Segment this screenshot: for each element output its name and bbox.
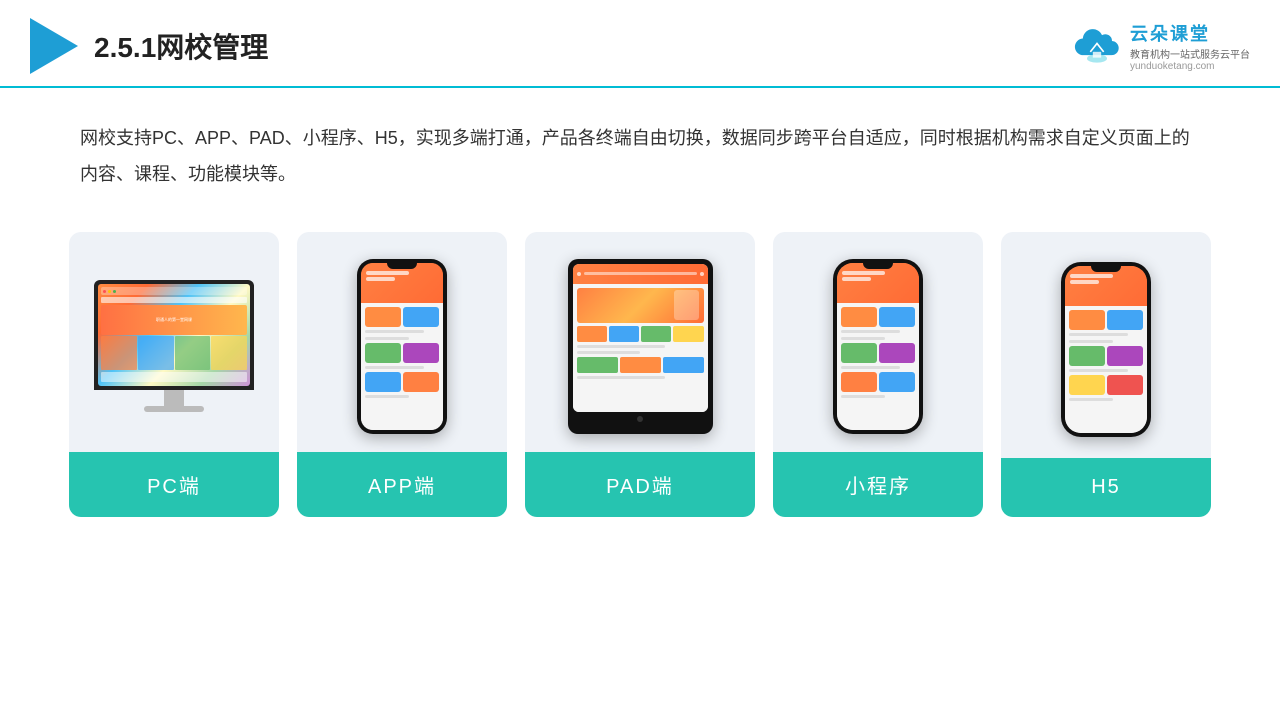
- page-title: 2.5.1网校管理: [94, 26, 268, 66]
- card-app-label: APP端: [297, 452, 507, 517]
- card-h5-label: H5: [1001, 458, 1211, 517]
- description-text: 网校支持PC、APP、PAD、小程序、H5，实现多端打通，产品各终端自由切换，数…: [0, 88, 1280, 212]
- cloud-icon: [1072, 28, 1122, 64]
- pc-monitor-icon: 职通人的第一堂网课: [94, 280, 254, 412]
- card-miniprogram: 小程序: [773, 232, 983, 517]
- card-pc-image: 职通人的第一堂网课: [69, 232, 279, 452]
- card-miniprogram-image: [773, 232, 983, 452]
- card-pad-label: PAD端: [525, 452, 755, 517]
- phone-app-icon: [357, 259, 447, 434]
- card-h5-image: [1001, 232, 1211, 458]
- page-header: 2.5.1网校管理 云朵课堂 教育机构一站式服务云平台 yunduoketang…: [0, 0, 1280, 88]
- logo-triangle-icon: [30, 18, 78, 74]
- brand-text: 云朵课堂 教育机构一站式服务云平台 yunduoketang.com: [1130, 20, 1250, 72]
- card-pad: PAD端: [525, 232, 755, 517]
- card-h5: H5: [1001, 232, 1211, 517]
- card-pad-image: [525, 232, 755, 452]
- phone-h5-icon: [1061, 262, 1151, 437]
- brand-logo: 云朵课堂 教育机构一站式服务云平台 yunduoketang.com: [1072, 20, 1250, 72]
- device-cards-container: 职通人的第一堂网课: [0, 212, 1280, 517]
- brand-name: 云朵课堂: [1130, 20, 1210, 46]
- card-app: APP端: [297, 232, 507, 517]
- card-app-image: [297, 232, 507, 452]
- card-pc: 职通人的第一堂网课: [69, 232, 279, 517]
- brand-tagline: 教育机构一站式服务云平台: [1130, 46, 1250, 61]
- phone-miniprogram-icon: [833, 259, 923, 434]
- tablet-pad-icon: [568, 259, 713, 434]
- card-miniprogram-label: 小程序: [773, 452, 983, 517]
- card-pc-label: PC端: [69, 452, 279, 517]
- header-left: 2.5.1网校管理: [30, 18, 268, 74]
- brand-url: yunduoketang.com: [1130, 61, 1215, 72]
